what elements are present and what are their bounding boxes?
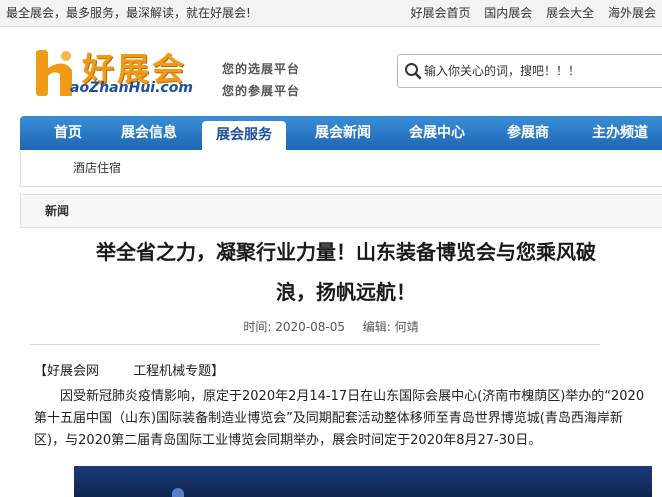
- article-meta: 时间: 2020-08-05 编辑: 何靖: [0, 318, 662, 335]
- subnav-hotel[interactable]: 酒店住宿: [73, 150, 121, 186]
- article-title-line-1: 举全省之力，凝聚行业力量！山东装备博览会与您乘风破: [96, 240, 596, 264]
- banner-decoration: [172, 488, 184, 497]
- source-site[interactable]: 【好展会网: [34, 364, 99, 379]
- article-paragraph: 因受新冠肺炎疫情影响，原定于2020年2月14-17日在山东国际会展中心(济南市…: [34, 389, 645, 448]
- nav-organizers[interactable]: 主办频道: [578, 116, 662, 150]
- top-bar: 最全展会，最多服务，最深解读，就在好展会! 好展会首页 国内展会 展会大全 海外…: [0, 0, 662, 27]
- nav-home[interactable]: 首页: [38, 116, 98, 150]
- breadcrumb-news[interactable]: 新闻: [45, 195, 69, 227]
- search-input[interactable]: 输入你关心的词，搜吧！！！: [397, 54, 662, 88]
- site-slogan: 最全展会，最多服务，最深解读，就在好展会!: [6, 6, 251, 20]
- sub-nav: 酒店住宿: [20, 150, 662, 187]
- publish-date: 2020-08-05: [275, 320, 346, 334]
- nav-expo-news[interactable]: 展会新闻: [296, 116, 390, 150]
- search-placeholder: 输入你关心的词，搜吧！！！: [424, 64, 581, 78]
- article-source: 【好展会网 工程机械专题】: [34, 360, 224, 379]
- time-label: 时间:: [243, 320, 272, 334]
- search-icon: [405, 63, 422, 80]
- editor-label: 编辑:: [362, 320, 391, 334]
- nav-exhibitors[interactable]: 参展商: [486, 116, 570, 150]
- link-home[interactable]: 好展会首页: [410, 6, 470, 20]
- top-links: 好展会首页 国内展会 展会大全 海外展会: [400, 0, 656, 26]
- link-domestic-expos[interactable]: 国内展会: [484, 6, 532, 20]
- article-title: 举全省之力，凝聚行业力量！山东装备博览会与您乘风破 浪，扬帆远航！: [30, 232, 662, 312]
- editor-name: 何靖: [394, 320, 419, 334]
- logo-tagline-2: 您的参展平台: [222, 84, 301, 98]
- article-title-line-2: 浪，扬帆远航！: [276, 280, 416, 304]
- logo-english-text: aoZhanHui.com: [70, 80, 193, 96]
- topic-tag[interactable]: 工程机械专题】: [133, 364, 224, 379]
- link-expo-directory[interactable]: 展会大全: [546, 6, 594, 20]
- nav-expo-centers[interactable]: 会展中心: [392, 116, 482, 150]
- site-logo[interactable]: 好展会 aoZhanHui.com 您的选展平台 您的参展平台: [30, 42, 320, 102]
- link-overseas-expos[interactable]: 海外展会: [608, 6, 656, 20]
- article-banner-image: [74, 466, 652, 497]
- article-body: 因受新冠肺炎疫情影响，原定于2020年2月14-17日在山东国际会展中心(济南市…: [34, 386, 652, 452]
- main-nav: 首页 展会信息 展会服务 展会新闻 会展中心 参展商 主办频道: [20, 116, 662, 150]
- nav-expo-services[interactable]: 展会服务: [202, 121, 286, 150]
- breadcrumb: 新闻: [20, 194, 662, 228]
- nav-expo-info[interactable]: 展会信息: [104, 116, 194, 150]
- logo-tagline-1: 您的选展平台: [222, 62, 301, 76]
- divider: [30, 344, 600, 345]
